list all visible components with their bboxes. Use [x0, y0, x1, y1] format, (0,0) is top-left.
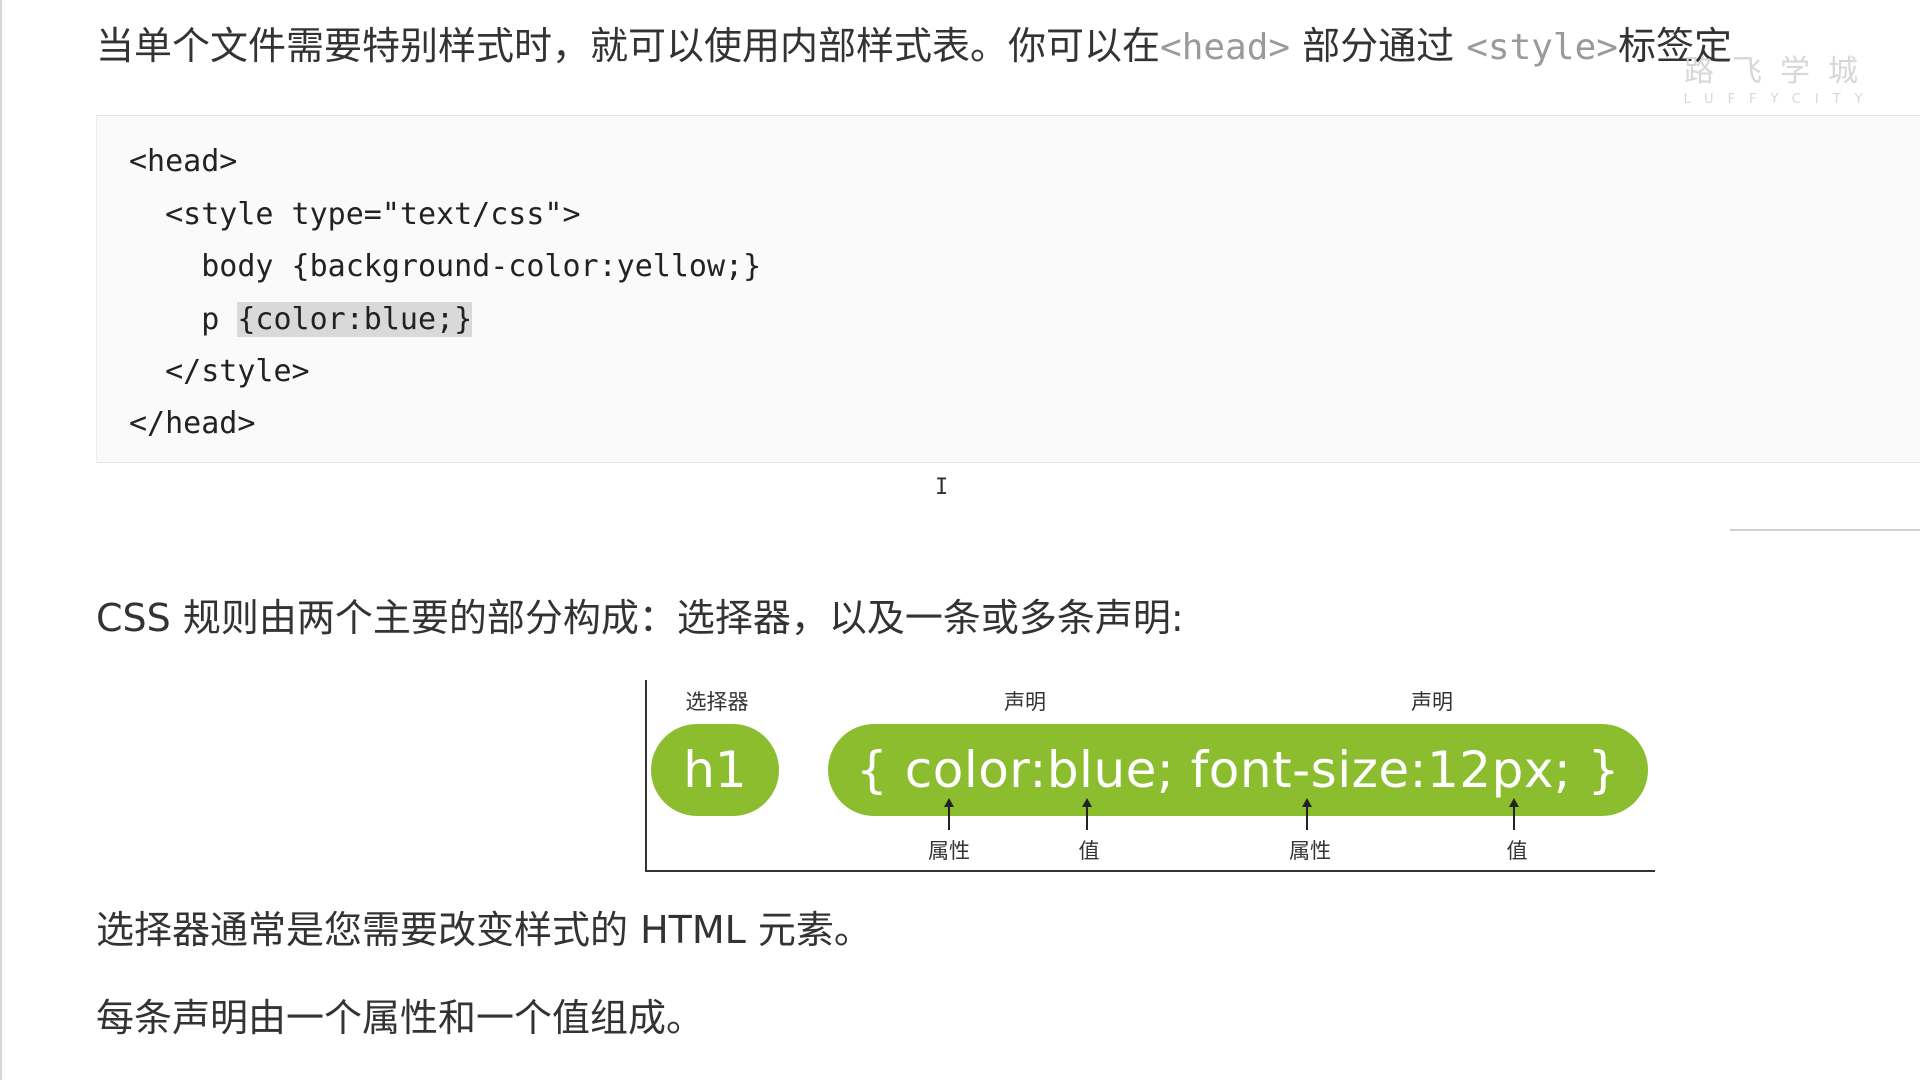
code-block: <head> <style type="text/css"> body {bac…	[96, 115, 1920, 463]
divider-line	[1730, 529, 1920, 531]
arrow-up-icon	[1509, 798, 1519, 830]
watermark-cn: 路飞学城	[1684, 54, 1876, 89]
inline-code-style: <style>	[1466, 27, 1618, 68]
arrow-up-icon	[1302, 798, 1312, 830]
diagram-axis-horizontal	[645, 870, 1655, 872]
arrow-up-icon	[1082, 798, 1092, 830]
watermark-logo: 路飞学城 LUFFYCITY	[1660, 46, 1900, 107]
label-selector: 选择器	[685, 690, 749, 714]
code-line-6: </head>	[129, 406, 256, 441]
code-line-3: body {background-color:yellow;}	[129, 249, 762, 284]
code-line-1: <head>	[129, 144, 238, 179]
code-line-5: </style>	[129, 354, 310, 389]
paragraph-selector: 选择器通常是您需要改变样式的 HTML 元素。	[96, 908, 872, 952]
selector-pill: h1	[651, 724, 779, 816]
paragraph-declaration: 每条声明由一个属性和一个值组成。	[96, 996, 705, 1040]
label-declaration-1: 声明	[1004, 690, 1046, 714]
code-line-2: <style type="text/css">	[129, 197, 581, 232]
inline-code-head: <head>	[1160, 27, 1291, 68]
label-property-2: 属性	[1289, 839, 1331, 863]
text-cursor-icon: I	[935, 475, 949, 500]
watermark-en: LUFFYCITY	[1683, 92, 1877, 107]
paragraph-css-rule: CSS 规则由两个主要的部分构成：选择器，以及一条或多条声明:	[96, 596, 1184, 640]
code-line-4: p {color:blue;}	[129, 300, 473, 340]
code-highlight-selection[interactable]: {color:blue;}	[237, 302, 473, 337]
label-value-1: 值	[1078, 839, 1100, 863]
page-left-border	[0, 0, 2, 1080]
arrow-up-icon	[944, 798, 954, 830]
intro-text-start: 当单个文件需要特别样式时，就可以使用内部样式表。你可以在	[96, 24, 1161, 68]
diagram-axis-vertical	[645, 680, 647, 872]
code-line-4-selector: p	[129, 302, 238, 337]
label-property-1: 属性	[928, 839, 970, 863]
intro-text-middle: 部分通过	[1290, 24, 1467, 68]
intro-paragraph: 当单个文件需要特别样式时，就可以使用内部样式表。你可以在<head> 部分通过 …	[96, 18, 1732, 76]
label-declaration-2: 声明	[1411, 690, 1453, 714]
css-syntax-diagram: 选择器 声明 声明 h1 { color:blue; font-size:12p…	[645, 680, 1655, 872]
label-value-2: 值	[1506, 839, 1528, 863]
